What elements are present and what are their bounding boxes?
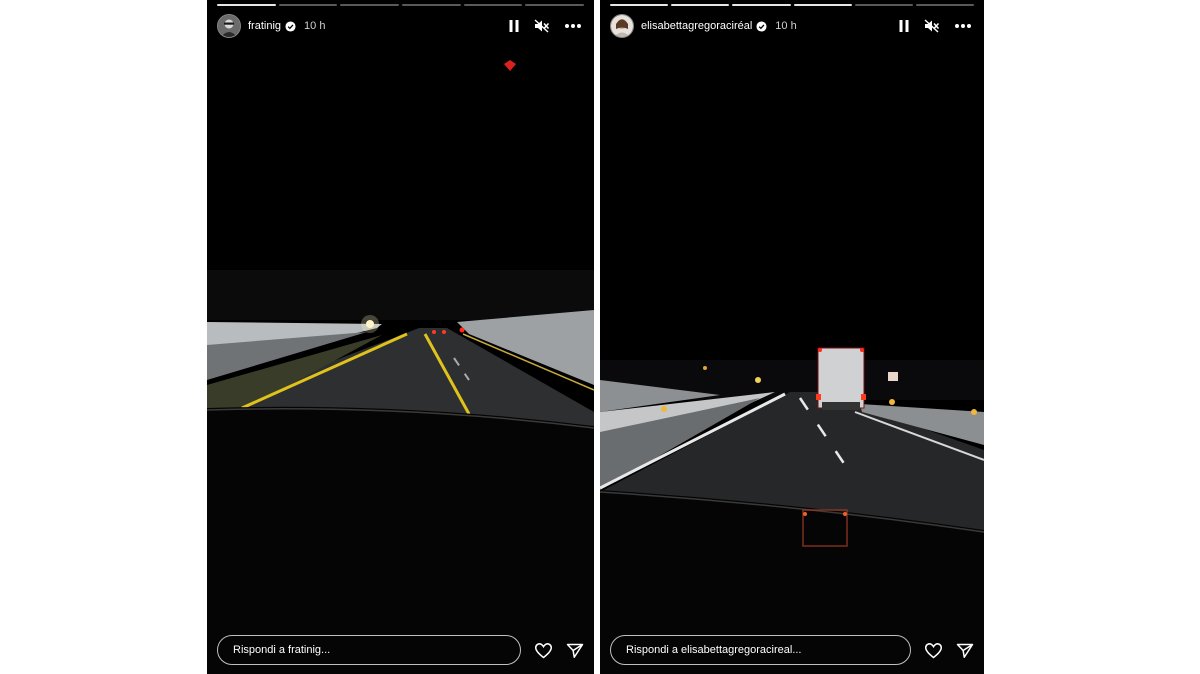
send-icon[interactable] [956,642,974,659]
speaker-muted-icon[interactable] [924,19,940,33]
progress-segment [915,4,975,6]
progress-segment [278,4,338,6]
more-horizontal-icon[interactable] [954,23,972,29]
progress-segment [610,4,669,6]
story-panel-elisabettagregoracireal[interactable]: elisabettagregoraciréal 10 h Rispondi a … [600,0,984,674]
verified-badge-icon [285,20,296,32]
avatar[interactable] [610,14,634,38]
progress-segment [525,4,585,6]
pause-icon[interactable] [508,19,520,33]
story-footer: Rispondi a fratinig... [217,634,584,666]
story-video[interactable] [600,40,984,674]
story-progress-bar [610,4,975,7]
send-icon[interactable] [566,642,584,659]
story-controls [508,19,582,33]
more-horizontal-icon[interactable] [564,23,582,29]
progress-segment [217,4,276,6]
progress-segment [732,4,791,6]
heart-icon[interactable] [534,642,553,659]
night-highway-truck-scene [600,40,984,674]
speaker-muted-icon[interactable] [534,19,550,33]
story-username[interactable]: fratinig [248,20,281,32]
story-footer: Rispondi a elisabettagregoracireal... [610,634,974,666]
progress-segment [854,4,913,6]
story-timestamp: 10 h [304,20,326,32]
avatar-image [218,15,240,37]
reply-input[interactable]: Rispondi a fratinig... [217,635,521,665]
story-video[interactable] [207,40,594,674]
story-header: fratinig 10 h [217,13,582,39]
pause-icon[interactable] [898,19,910,33]
avatar-image [611,15,633,37]
night-highway-scene [207,40,594,674]
progress-segment [793,4,852,6]
progress-segment [340,4,400,6]
story-progress-bar [217,4,585,7]
reply-input[interactable]: Rispondi a elisabettagregoracireal... [610,635,911,665]
story-header: elisabettagregoraciréal 10 h [610,13,972,39]
verified-badge-icon [756,20,767,32]
story-timestamp: 10 h [775,20,797,32]
heart-icon[interactable] [924,642,943,659]
progress-segment [402,4,461,6]
avatar[interactable] [217,14,241,38]
progress-segment [671,4,730,6]
story-username[interactable]: elisabettagregoraciréal [641,20,752,32]
story-panel-fratinig[interactable]: fratinig 10 h Rispondi a fratinig... [207,0,594,674]
story-controls [898,19,972,33]
progress-segment [463,4,523,6]
